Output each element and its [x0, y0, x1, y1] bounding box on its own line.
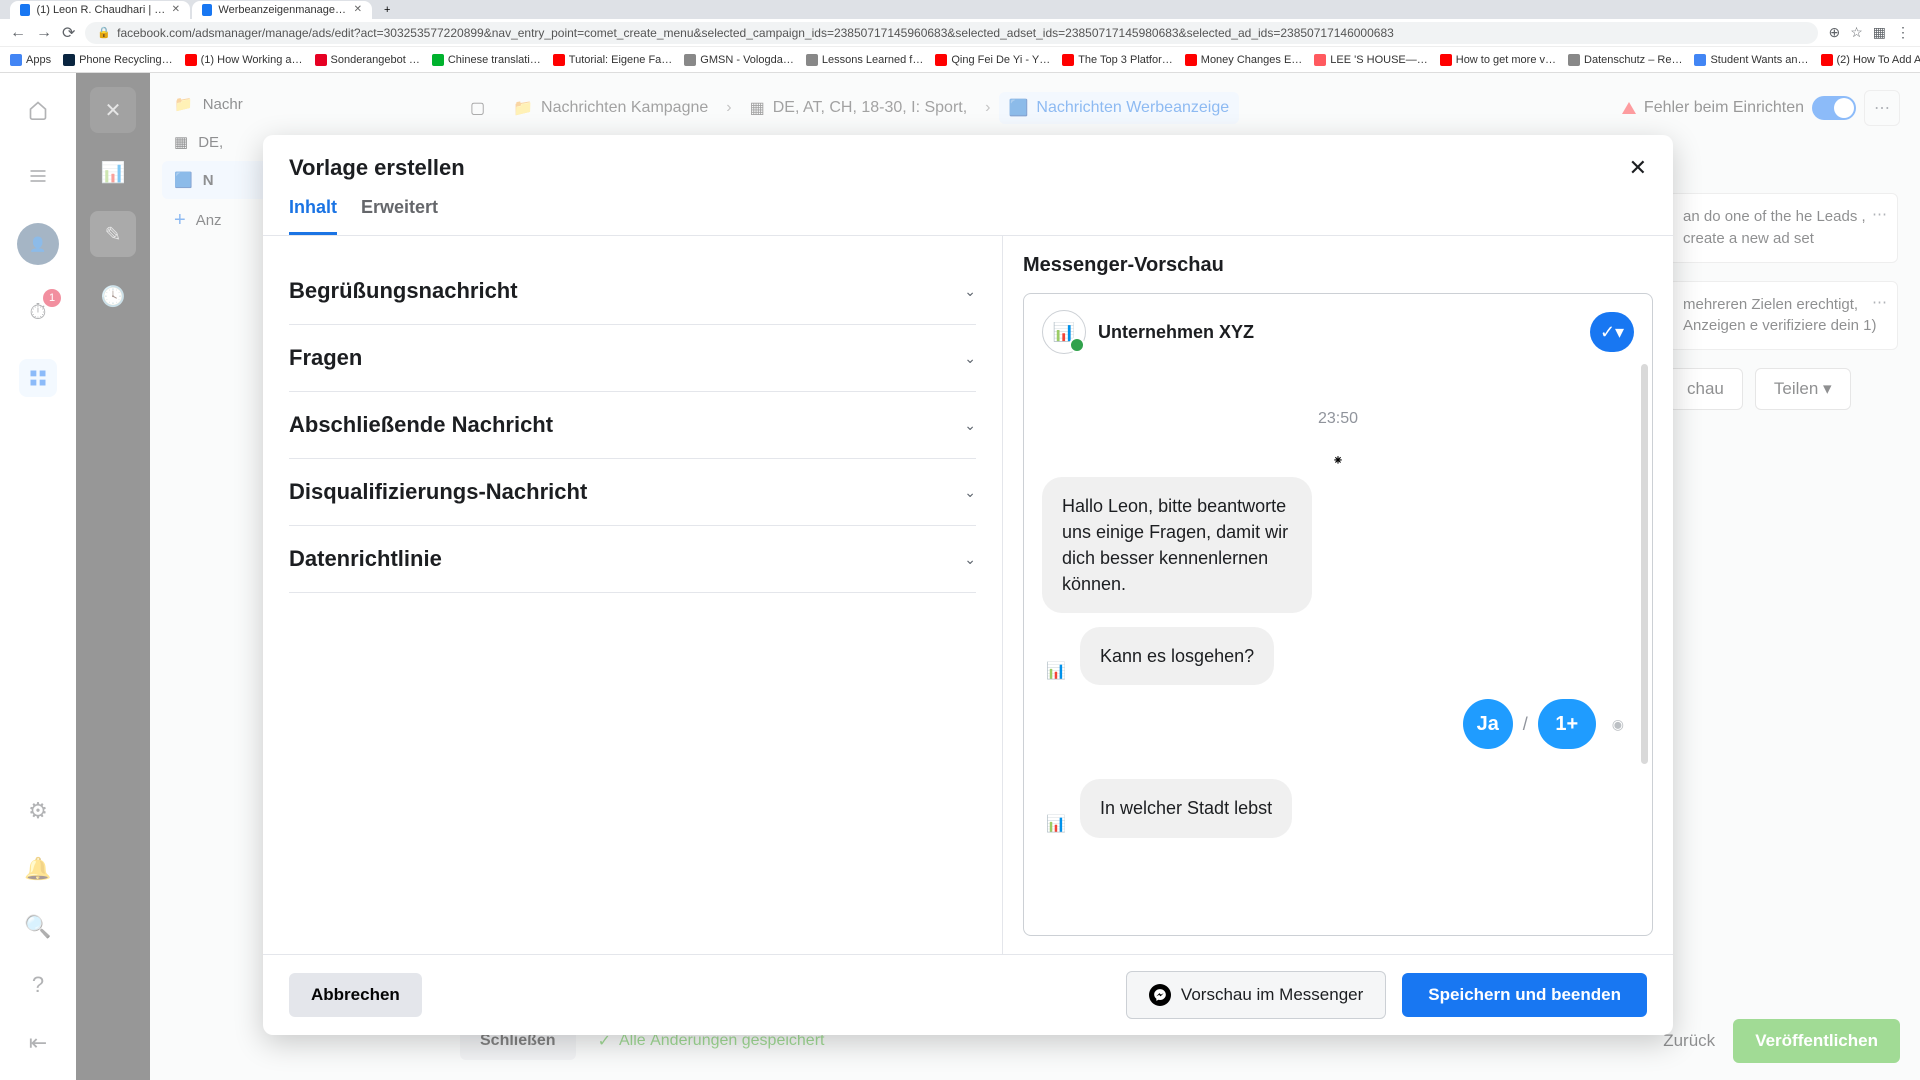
- business-avatar: 📊: [1042, 310, 1086, 354]
- chevron-down-icon: ⌄: [964, 551, 976, 568]
- browser-chrome: (1) Leon R. Chaudhari | Faceb ✕ Werbeanz…: [0, 0, 1920, 73]
- preview-panel: Messenger-Vorschau 📊 Unternehmen XYZ ✓▾ …: [1003, 236, 1673, 954]
- browser-tab[interactable]: Werbeanzeigenmanager – We ✕: [192, 1, 372, 19]
- tab-strip: (1) Leon R. Chaudhari | Faceb ✕ Werbeanz…: [0, 0, 1920, 19]
- modal-body: Begrüßungsnachricht⌄ Fragen⌄ Abschließen…: [263, 236, 1673, 954]
- quick-replies: Ja / 1+ ◉: [1463, 699, 1624, 749]
- section-greeting[interactable]: Begrüßungsnachricht⌄: [289, 258, 976, 325]
- bookmark-item[interactable]: (1) How Working a…: [185, 54, 303, 66]
- tab-title: (1) Leon R. Chaudhari | Faceb: [36, 4, 165, 16]
- forward-icon[interactable]: →: [36, 24, 52, 42]
- lock-icon: 🔒: [97, 26, 111, 39]
- tab-content[interactable]: Inhalt: [289, 197, 337, 235]
- bookmark-item[interactable]: Lessons Learned f…: [806, 54, 924, 66]
- reply-more[interactable]: 1+: [1538, 699, 1596, 749]
- scrollbar[interactable]: [1641, 364, 1648, 764]
- modal-footer: Abbrechen Vorschau im Messenger Speicher…: [263, 954, 1673, 1035]
- modal-title: Vorlage erstellen: [289, 155, 465, 181]
- preview-button[interactable]: Vorschau im Messenger: [1126, 971, 1386, 1019]
- chevron-down-icon: ⌄: [964, 417, 976, 434]
- nav-bar: ← → ⟳ 🔒 facebook.com/adsmanager/manage/a…: [0, 19, 1920, 47]
- close-icon[interactable]: ✕: [172, 4, 180, 15]
- bookmark-item[interactable]: Sonderangebot …: [315, 54, 420, 66]
- bookmark-item[interactable]: How to get more v…: [1440, 54, 1556, 66]
- section-questions[interactable]: Fragen⌄: [289, 325, 976, 392]
- section-closing[interactable]: Abschließende Nachricht⌄: [289, 392, 976, 459]
- zoom-icon[interactable]: ⊕: [1828, 24, 1840, 41]
- reload-icon[interactable]: ⟳: [62, 23, 75, 43]
- bookmark-item[interactable]: Money Changes E…: [1185, 54, 1303, 66]
- menu-icon[interactable]: ⋮: [1896, 24, 1910, 41]
- back-icon[interactable]: ←: [10, 24, 26, 42]
- bookmark-item[interactable]: Datenschutz – Re…: [1568, 54, 1682, 66]
- modal-header: Vorlage erstellen ✕: [263, 135, 1673, 181]
- extensions-icon[interactable]: ▦: [1873, 24, 1886, 41]
- bookmark-item[interactable]: Chinese translati…: [432, 54, 541, 66]
- sections-panel: Begrüßungsnachricht⌄ Fragen⌄ Abschließen…: [263, 236, 1003, 954]
- cursor-icon: ⁕: [1042, 452, 1634, 469]
- sender-avatar: 📊: [1042, 810, 1070, 838]
- business-name: Unternehmen XYZ: [1098, 322, 1254, 343]
- close-icon[interactable]: ✕: [354, 4, 362, 15]
- url-bar[interactable]: 🔒 facebook.com/adsmanager/manage/ads/edi…: [85, 22, 1818, 44]
- bookmark-item[interactable]: GMSN - Vologda…: [684, 54, 794, 66]
- message-bubble: Hallo Leon, bitte beantworte uns einige …: [1042, 477, 1312, 613]
- cancel-button[interactable]: Abbrechen: [289, 973, 422, 1017]
- section-disqualify[interactable]: Disqualifizierungs-Nachricht⌄: [289, 459, 976, 526]
- seen-icon: ◉: [1612, 716, 1624, 733]
- bookmark-item[interactable]: Tutorial: Eigene Fa…: [553, 54, 673, 66]
- chevron-down-icon: ⌄: [964, 484, 976, 501]
- close-icon[interactable]: ✕: [1629, 155, 1647, 181]
- bookmark-item[interactable]: Apps: [10, 54, 51, 66]
- chat-header: 📊 Unternehmen XYZ ✓▾: [1042, 310, 1634, 354]
- facebook-icon: [202, 4, 212, 16]
- verified-badge: ✓▾: [1590, 312, 1634, 352]
- modal-tabs: Inhalt Erweitert: [263, 181, 1673, 236]
- save-button[interactable]: Speichern und beenden: [1402, 973, 1647, 1017]
- bookmark-bar: Apps Phone Recycling… (1) How Working a……: [0, 46, 1920, 72]
- sender-avatar: 📊: [1042, 657, 1070, 685]
- message-row: 📊 Kann es losgehen?: [1042, 627, 1634, 685]
- bookmark-item[interactable]: Qing Fei De Yi - Y…: [935, 54, 1050, 66]
- preview-title: Messenger-Vorschau: [1023, 254, 1653, 277]
- bookmark-icon[interactable]: ☆: [1850, 24, 1863, 41]
- toolbar-icons: ⊕ ☆ ▦ ⋮: [1828, 24, 1910, 41]
- browser-tab[interactable]: (1) Leon R. Chaudhari | Faceb ✕: [10, 1, 190, 19]
- facebook-icon: [20, 4, 30, 16]
- tab-title: Werbeanzeigenmanager – We: [218, 4, 347, 16]
- bookmark-item[interactable]: (2) How To Add A…: [1821, 54, 1920, 66]
- bookmark-item[interactable]: Student Wants an…: [1694, 54, 1808, 66]
- message-bubble: In welcher Stadt lebst: [1080, 779, 1292, 837]
- message-row: 📊 In welcher Stadt lebst: [1042, 779, 1634, 837]
- url-text: facebook.com/adsmanager/manage/ads/edit?…: [117, 26, 1394, 40]
- message-bubble: Kann es losgehen?: [1080, 627, 1274, 685]
- chevron-down-icon: ⌄: [964, 350, 976, 367]
- reply-yes[interactable]: Ja: [1463, 699, 1513, 749]
- chat-timestamp: 23:50: [1042, 410, 1634, 428]
- bookmark-item[interactable]: The Top 3 Platfor…: [1062, 54, 1173, 66]
- messenger-preview: 📊 Unternehmen XYZ ✓▾ 23:50 ⁕ Hallo Leon,…: [1023, 293, 1653, 936]
- template-modal: Vorlage erstellen ✕ Inhalt Erweitert Beg…: [263, 135, 1673, 1035]
- tab-advanced[interactable]: Erweitert: [361, 197, 438, 235]
- bookmark-item[interactable]: LEE 'S HOUSE—…: [1314, 54, 1427, 66]
- section-privacy[interactable]: Datenrichtlinie⌄: [289, 526, 976, 593]
- messenger-icon: [1149, 984, 1171, 1006]
- bookmark-item[interactable]: Phone Recycling…: [63, 54, 173, 66]
- chevron-down-icon: ⌄: [964, 283, 976, 300]
- new-tab-button[interactable]: +: [374, 1, 400, 19]
- separator: /: [1523, 714, 1528, 735]
